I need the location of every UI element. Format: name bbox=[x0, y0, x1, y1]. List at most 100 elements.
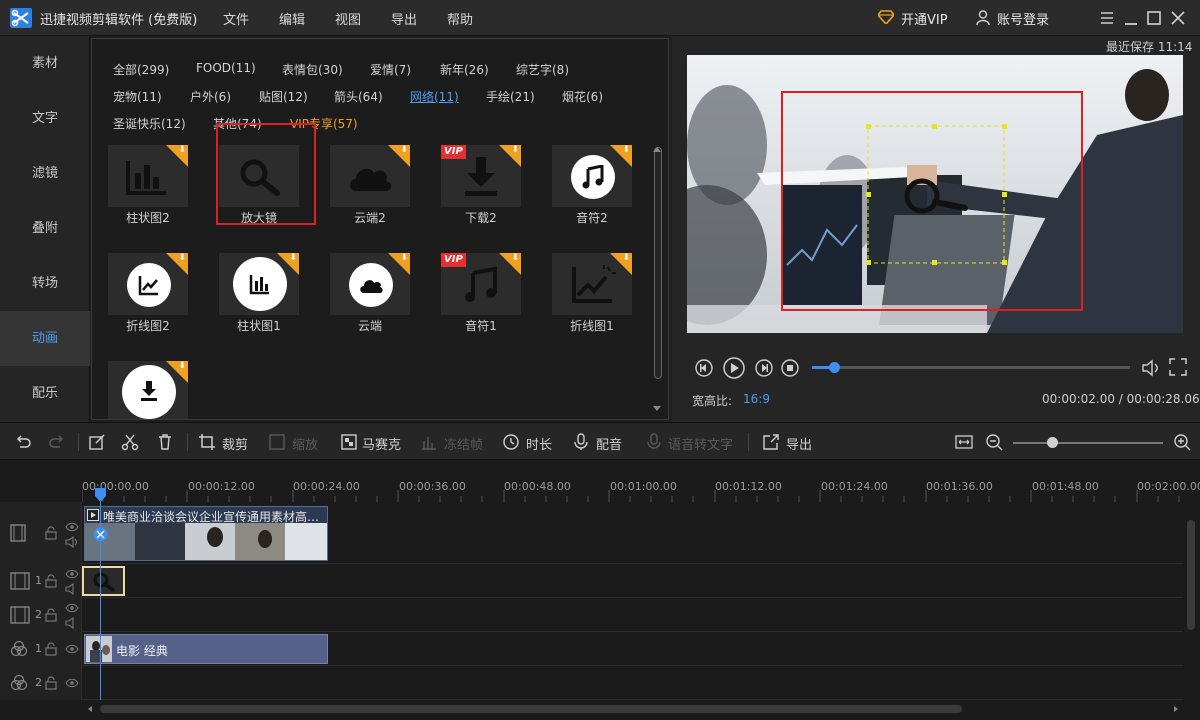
mosaic-icon[interactable] bbox=[340, 433, 358, 451]
category-emoji[interactable]: 表情包(30) bbox=[282, 61, 343, 78]
filter-clip[interactable]: 电影 经典 bbox=[84, 634, 328, 664]
library-item-download[interactable]: ⬇ bbox=[108, 361, 188, 419]
timeline-vscroll-thumb[interactable] bbox=[1187, 520, 1195, 630]
eye-icon[interactable] bbox=[65, 644, 79, 654]
zoom-tool-icon[interactable] bbox=[268, 433, 286, 451]
duration-clock-icon[interactable] bbox=[502, 433, 520, 451]
undo-icon[interactable] bbox=[14, 433, 32, 451]
lock-icon[interactable] bbox=[45, 574, 57, 588]
category-fireworks[interactable]: 烟花(6) bbox=[562, 88, 603, 105]
menu-export[interactable]: 导出 bbox=[391, 9, 417, 28]
close-icon[interactable] bbox=[1168, 8, 1188, 28]
seek-handle[interactable] bbox=[829, 362, 840, 373]
split-marker-icon[interactable] bbox=[93, 527, 108, 542]
category-network[interactable]: 网络(11) bbox=[410, 88, 459, 105]
lock-icon[interactable] bbox=[45, 642, 57, 656]
library-scrollbar[interactable] bbox=[654, 147, 662, 379]
sidebar-item-text[interactable]: 文字 bbox=[0, 91, 90, 146]
lock-icon[interactable] bbox=[45, 608, 57, 622]
library-item-music-note-1[interactable]: VIP ⬇ bbox=[441, 253, 521, 315]
eye-icon[interactable] bbox=[65, 603, 79, 613]
video-clip[interactable]: 唯美商业洽谈会议企业宣传通用素材高… bbox=[84, 506, 328, 561]
category-sticker[interactable]: 贴图(12) bbox=[259, 88, 308, 105]
menu-edit[interactable]: 编辑 bbox=[279, 9, 305, 28]
crop-button[interactable]: 裁剪 bbox=[222, 434, 248, 453]
scroll-right-icon[interactable] bbox=[1172, 705, 1180, 713]
category-all[interactable]: 全部(299) bbox=[113, 61, 169, 78]
mosaic-button[interactable]: 马赛克 bbox=[362, 434, 401, 453]
scroll-down-icon[interactable] bbox=[652, 405, 662, 413]
library-item-cloud[interactable]: ⬇ bbox=[330, 253, 410, 315]
zoom-in-icon[interactable] bbox=[1173, 433, 1191, 451]
zoom-button[interactable]: 缩放 bbox=[292, 434, 318, 453]
hamburger-menu-icon[interactable] bbox=[1097, 8, 1117, 28]
zoom-out-icon[interactable] bbox=[985, 433, 1003, 451]
voiceover-button[interactable]: 配音 bbox=[596, 434, 622, 453]
export-button[interactable]: 导出 bbox=[786, 434, 812, 453]
eye-icon[interactable] bbox=[65, 522, 79, 532]
play-icon[interactable] bbox=[722, 356, 746, 380]
menu-view[interactable]: 视图 bbox=[335, 9, 361, 28]
speaker-icon[interactable] bbox=[65, 536, 79, 548]
library-item-line-chart-2[interactable]: ⬇ bbox=[108, 253, 188, 315]
library-item-line-chart-1[interactable]: ⬇ bbox=[552, 253, 632, 315]
sidebar-item-animation[interactable]: 动画 bbox=[0, 311, 90, 366]
library-item-cloud-2[interactable]: ⬇ bbox=[330, 145, 410, 207]
library-item-music-note-2[interactable]: ⬇ bbox=[552, 145, 632, 207]
menu-help[interactable]: 帮助 bbox=[447, 9, 473, 28]
duration-button[interactable]: 时长 bbox=[526, 434, 552, 453]
category-love[interactable]: 爱情(7) bbox=[370, 61, 411, 78]
fit-timeline-icon[interactable] bbox=[955, 433, 973, 451]
export-icon[interactable] bbox=[762, 433, 780, 451]
sidebar-item-overlay[interactable]: 叠附 bbox=[0, 201, 90, 256]
playhead-handle-icon[interactable] bbox=[95, 488, 106, 502]
speech-to-text-icon[interactable] bbox=[645, 433, 663, 451]
category-handdrawn[interactable]: 手绘(21) bbox=[486, 88, 535, 105]
category-arrow[interactable]: 箭头(64) bbox=[334, 88, 383, 105]
freeze-frame-button[interactable]: 冻结帧 bbox=[444, 434, 483, 453]
category-newyear[interactable]: 新年(26) bbox=[440, 61, 489, 78]
category-variety-text[interactable]: 综艺字(8) bbox=[516, 61, 569, 78]
lock-icon[interactable] bbox=[45, 526, 57, 540]
scroll-left-icon[interactable] bbox=[86, 705, 94, 713]
crop-icon[interactable] bbox=[198, 433, 216, 451]
lock-icon[interactable] bbox=[45, 676, 57, 690]
freeze-frame-icon[interactable] bbox=[420, 433, 438, 451]
speaker-icon[interactable] bbox=[65, 583, 79, 595]
timeline-zoom-slider[interactable] bbox=[1013, 442, 1163, 444]
speaker-icon[interactable] bbox=[65, 617, 79, 629]
sidebar-item-filter[interactable]: 滤镜 bbox=[0, 146, 90, 201]
vip-button[interactable]: 开通VIP bbox=[901, 9, 948, 28]
split-scissors-icon[interactable] bbox=[121, 433, 139, 451]
minimize-icon[interactable] bbox=[1121, 8, 1141, 28]
aspect-ratio-value[interactable]: 16:9 bbox=[743, 392, 770, 406]
category-food[interactable]: FOOD(11) bbox=[196, 61, 256, 75]
delete-icon[interactable] bbox=[156, 433, 174, 451]
menu-file[interactable]: 文件 bbox=[223, 9, 249, 28]
category-outdoor[interactable]: 户外(6) bbox=[190, 88, 231, 105]
next-frame-icon[interactable] bbox=[754, 358, 774, 378]
timeline-hscroll-thumb[interactable] bbox=[100, 705, 962, 713]
category-pet[interactable]: 宠物(11) bbox=[113, 88, 162, 105]
speech-to-text-button[interactable]: 语音转文字 bbox=[668, 434, 733, 453]
redo-icon[interactable] bbox=[48, 433, 66, 451]
library-item-bar-chart-1[interactable]: ⬇ bbox=[219, 253, 299, 315]
timeline-zoom-handle[interactable] bbox=[1047, 437, 1058, 448]
seek-bar[interactable] bbox=[812, 366, 1130, 369]
sidebar-item-music[interactable]: 配乐 bbox=[0, 366, 90, 421]
library-item-bar-chart-2[interactable]: ⬇ bbox=[108, 145, 188, 207]
volume-icon[interactable] bbox=[1140, 357, 1162, 379]
sidebar-item-transition[interactable]: 转场 bbox=[0, 256, 90, 311]
sidebar-item-material[interactable]: 素材 bbox=[0, 36, 90, 91]
stop-icon[interactable] bbox=[780, 358, 800, 378]
maximize-icon[interactable] bbox=[1144, 8, 1164, 28]
category-christmas[interactable]: 圣诞快乐(12) bbox=[113, 115, 186, 132]
account-login-button[interactable]: 账号登录 bbox=[997, 9, 1049, 28]
microphone-icon[interactable] bbox=[572, 433, 590, 451]
scroll-up-icon[interactable] bbox=[652, 145, 662, 153]
edit-icon[interactable] bbox=[88, 433, 106, 451]
magnifier-animation-clip[interactable] bbox=[82, 566, 125, 596]
library-item-download-2[interactable]: VIP ⬇ bbox=[441, 145, 521, 207]
fullscreen-icon[interactable] bbox=[1168, 357, 1188, 377]
prev-frame-icon[interactable] bbox=[694, 358, 714, 378]
